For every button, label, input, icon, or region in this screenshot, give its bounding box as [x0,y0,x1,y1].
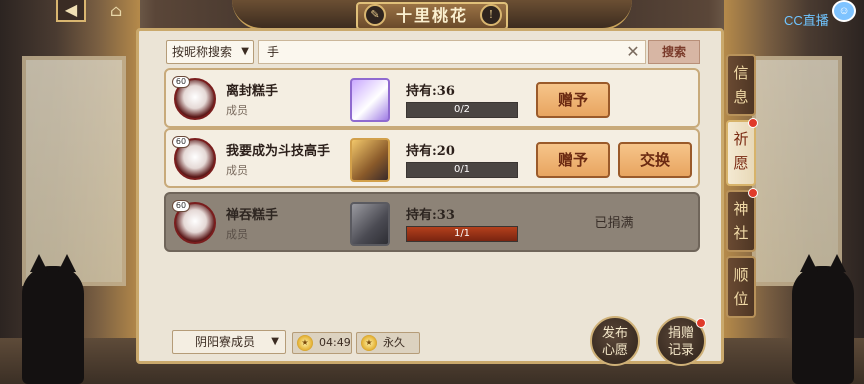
level-badge: 60 [172,76,190,88]
stream-mascot-icon: ☺ [832,0,856,22]
timer-text: 04:49 [319,336,351,349]
publish-wish-button[interactable]: 发布 心愿 [590,316,640,366]
chevron-down-icon: ▼ [271,336,279,347]
member-row: 60 禅吞糕手 成员 持有:33 1/1 已捐满 [164,192,700,252]
level-badge: 60 [172,200,190,212]
left-window-frame [22,56,126,286]
donation-progress: 0/2 [406,102,518,118]
home-icon[interactable]: ⌂ [104,0,128,22]
shikigami-card-icon [350,138,390,182]
tab-info[interactable]: 信息 [726,54,756,116]
exchange-button[interactable]: 交换 [618,142,692,178]
tab-rank[interactable]: 顺位 [726,256,756,318]
record-label-line1: 捐赠 [667,326,694,341]
member-name: 我要成为斗技高手 [226,144,331,159]
notification-badge [696,318,706,328]
progress-text: 0/1 [453,164,471,175]
member-row: 60 我要成为斗技高手 成员 持有:20 0/1 赠予 交换 [164,128,700,188]
back-button[interactable]: ◀ [56,0,86,22]
level-badge: 60 [172,136,190,148]
publish-label-line2: 心愿 [601,343,628,358]
search-bar: 按昵称搜索 ▼ 手 ✕ 搜索 [166,40,700,64]
member-name: 禅吞糕手 [226,208,279,223]
member-row: 60 离封糕手 成员 持有:36 0/2 赠予 [164,68,700,128]
search-button[interactable]: 搜索 [648,40,700,64]
owned-count: 持有:33 [406,208,455,223]
tab-label: 神社 [733,200,749,242]
brush-icon: ✎ [364,4,386,26]
member-filter-select[interactable]: 阴阳寮成员 ▼ [172,330,286,354]
publish-label-line1: 发布 [601,326,628,341]
black-cat-right [792,254,854,384]
progress-text: 1/1 [453,228,471,239]
donation-progress: 0/1 [406,162,518,178]
member-role: 成员 [226,104,248,117]
help-icon[interactable]: ! [480,4,502,26]
notification-badge [748,188,758,198]
member-role: 成员 [226,164,248,177]
shikigami-card-icon [350,78,390,122]
progress-text: 0/2 [453,104,471,115]
search-input[interactable]: 手 [258,40,646,64]
search-mode-select[interactable]: 按昵称搜索 ▼ [166,40,254,64]
tab-label: 顺位 [733,266,749,308]
coin-icon: ★ [297,335,313,351]
member-role: 成员 [226,228,248,241]
member-filter-label: 阴阳寮成员 [195,335,256,349]
owned-count: 持有:20 [406,144,455,159]
tab-label: 信息 [733,64,749,106]
watermark-text: CC直播 [784,13,829,28]
timer-chip: ★ 04:49 [292,332,352,354]
donation-progress: 1/1 [406,226,518,242]
donation-full-label: 已捐满 [594,216,634,231]
tab-shrine[interactable]: 神社 [726,188,758,252]
back-arrow-icon: ◀ [64,0,78,19]
member-name: 离封糕手 [226,84,279,99]
shikigami-card-icon [350,202,390,246]
give-button[interactable]: 赠予 [536,142,610,178]
search-mode-label: 按昵称搜索 [172,45,233,59]
tab-pray[interactable]: 祈愿 [726,118,758,186]
duration-chip: ★ 永久 [356,332,420,354]
duration-text: 永久 [383,336,405,349]
black-cat-left [22,254,84,384]
notification-badge [748,118,758,128]
chevron-down-icon: ▼ [241,46,249,57]
record-label-line2: 记录 [667,343,694,358]
coin-icon: ★ [361,335,377,351]
tab-label: 祈愿 [733,130,749,172]
right-window-frame [752,56,842,286]
owned-count: 持有:36 [406,84,455,99]
clear-icon[interactable]: ✕ [624,43,642,61]
give-button[interactable]: 赠予 [536,82,610,118]
